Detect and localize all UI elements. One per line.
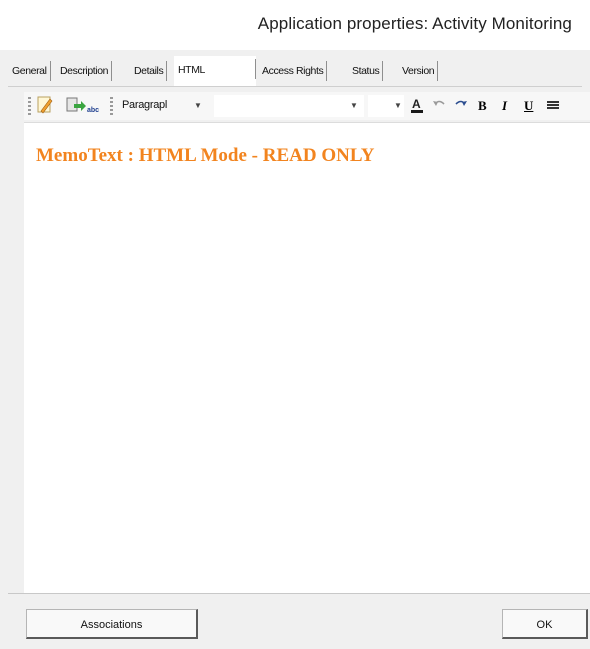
editor-toolbar: abc Paragrapl ▼ ▼ ▼ A B I U (24, 92, 590, 120)
font-select[interactable]: ▼ (214, 95, 364, 117)
paragraph-select-value: Paragrapl (122, 99, 167, 111)
underline-button[interactable]: U (524, 95, 533, 117)
toolbar-grip[interactable] (110, 97, 113, 115)
spellcheck-icon[interactable]: abc (66, 95, 106, 117)
tab-description[interactable]: Description (56, 58, 113, 84)
tab-general[interactable]: General (8, 58, 51, 84)
chevron-down-icon: ▼ (350, 101, 358, 110)
edit-mode-icon[interactable] (36, 95, 54, 117)
tab-version[interactable]: Version (398, 58, 439, 84)
chevron-down-icon: ▼ (394, 101, 402, 110)
tab-divider (8, 86, 582, 87)
font-size-select[interactable]: ▼ (368, 95, 404, 117)
tab-details[interactable]: Details (130, 58, 168, 84)
align-icon[interactable] (546, 95, 560, 117)
paragraph-select[interactable]: Paragrapl ▼ (118, 95, 210, 117)
undo-icon[interactable] (432, 95, 446, 117)
toolbar-grip[interactable] (28, 97, 31, 115)
svg-text:A: A (412, 97, 421, 111)
html-editor[interactable]: MemoText : HTML Mode - READ ONLY (24, 122, 590, 593)
tab-html[interactable]: HTML (174, 56, 256, 86)
italic-button[interactable]: I (502, 95, 507, 117)
window-title: Application properties: Activity Monitor… (257, 14, 572, 33)
title-bar: Application properties: Activity Monitor… (0, 0, 590, 50)
tab-access-rights[interactable]: Access Rights (258, 58, 328, 84)
ok-button[interactable]: OK (502, 609, 588, 639)
chevron-down-icon: ▼ (194, 101, 202, 110)
bottom-bar: Associations OK (8, 593, 590, 649)
bold-button[interactable]: B (478, 95, 487, 117)
tab-status[interactable]: Status (348, 58, 384, 84)
redo-icon[interactable] (454, 95, 468, 117)
tab-strip: General Description Details HTML Access … (8, 56, 582, 86)
svg-text:abc: abc (87, 107, 99, 114)
font-color-icon[interactable]: A (410, 95, 424, 117)
memo-text: MemoText : HTML Mode - READ ONLY (36, 145, 375, 166)
associations-button[interactable]: Associations (26, 609, 198, 639)
